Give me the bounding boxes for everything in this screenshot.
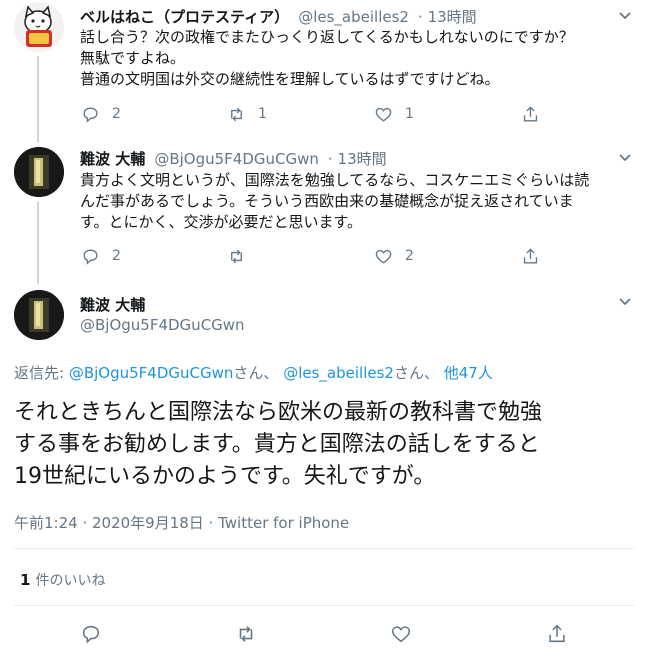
divider xyxy=(14,548,634,549)
avatar-bjogu[interactable] xyxy=(14,290,64,340)
tweet-time[interactable]: · 13時間 xyxy=(418,8,477,26)
reply-count: 2 xyxy=(112,248,121,264)
like-button[interactable]: 1 xyxy=(374,104,414,124)
reply-icon xyxy=(82,625,100,644)
author-name[interactable]: 難波 大輔 xyxy=(80,150,145,168)
thread-line xyxy=(37,56,39,142)
reply-to-label: 返信先: xyxy=(14,364,65,382)
retweet-icon xyxy=(231,249,242,263)
retweet-icon xyxy=(239,626,253,642)
like-count: 2 xyxy=(405,248,414,264)
reply-count: 2 xyxy=(112,106,121,122)
like-icon xyxy=(391,626,411,643)
likes-stat[interactable]: 1 件のいいね xyxy=(20,570,106,590)
like-icon xyxy=(375,249,392,264)
reply-button[interactable] xyxy=(80,624,102,644)
reply-to-separator: さん、 xyxy=(393,364,439,382)
avatar-les-abeilles2[interactable] xyxy=(14,2,64,52)
chevron-down-icon[interactable] xyxy=(616,6,634,24)
share-button[interactable] xyxy=(521,104,540,124)
reply-icon xyxy=(83,248,98,265)
author-name[interactable]: ベルはねこ（プロテスティア） xyxy=(80,8,289,26)
retweet-button[interactable] xyxy=(235,624,257,644)
like-button[interactable]: 2 xyxy=(374,246,414,266)
author-handle[interactable]: @BjOgu5F4DGuCGwn xyxy=(80,316,245,334)
likes-count: 1 xyxy=(20,571,31,589)
share-icon xyxy=(523,247,538,264)
reply-to-line: 返信先: @BjOgu5F4DGuCGwnさん、 @les_abeilles2さ… xyxy=(14,362,493,383)
share-icon xyxy=(549,624,565,643)
tweet-text: 貴方よく文明というが、国際法を勉強してるなら、コスケニエミぐらいは読 んだ事があ… xyxy=(80,171,590,231)
author-handle[interactable]: @BjOgu5F4DGuCGwn xyxy=(154,150,319,168)
author-handle[interactable]: @les_abeilles2 xyxy=(298,8,409,26)
share-button[interactable] xyxy=(521,246,540,266)
retweet-count: 1 xyxy=(258,106,267,122)
tweet-text: 話し合う？次の政権でまたひっくり返してくるかもしれないのにですか？ 無駄ですよね… xyxy=(80,28,574,88)
tweet-timestamp[interactable]: 午前1:24 · 2020年9月18日 · Twitter for iPhone xyxy=(14,512,349,533)
like-count: 1 xyxy=(405,106,414,122)
chevron-down-icon[interactable] xyxy=(616,292,634,310)
divider xyxy=(14,605,634,606)
reply-to-user-link[interactable]: @les_abeilles2 xyxy=(283,364,394,382)
share-button[interactable] xyxy=(546,624,568,644)
share-icon xyxy=(523,105,538,122)
reply-icon xyxy=(83,106,98,123)
retweet-button[interactable]: 1 xyxy=(227,104,267,124)
like-button[interactable] xyxy=(390,624,412,644)
reply-button[interactable]: 2 xyxy=(81,104,121,124)
likes-label: 件のいいね xyxy=(35,573,106,589)
chevron-down-icon[interactable] xyxy=(616,148,634,166)
avatar-bjogu[interactable] xyxy=(14,147,64,197)
retweet-button[interactable] xyxy=(227,246,258,266)
retweet-icon xyxy=(231,107,242,121)
main-tweet-text: それときちんと国際法なら欧米の最新の教科書で勉強 する事をお勧めします。貴方と国… xyxy=(14,400,543,489)
reply-to-others-link[interactable]: 他47人 xyxy=(444,364,493,382)
author-name[interactable]: 難波 大輔 xyxy=(80,294,145,315)
like-icon xyxy=(375,107,392,122)
reply-button[interactable]: 2 xyxy=(81,246,121,266)
reply-to-user-link[interactable]: @BjOgu5F4DGuCGwn xyxy=(69,364,234,382)
tweet-time[interactable]: · 13時間 xyxy=(328,150,387,168)
thread-line xyxy=(37,202,39,284)
reply-to-separator: さん、 xyxy=(233,364,279,382)
